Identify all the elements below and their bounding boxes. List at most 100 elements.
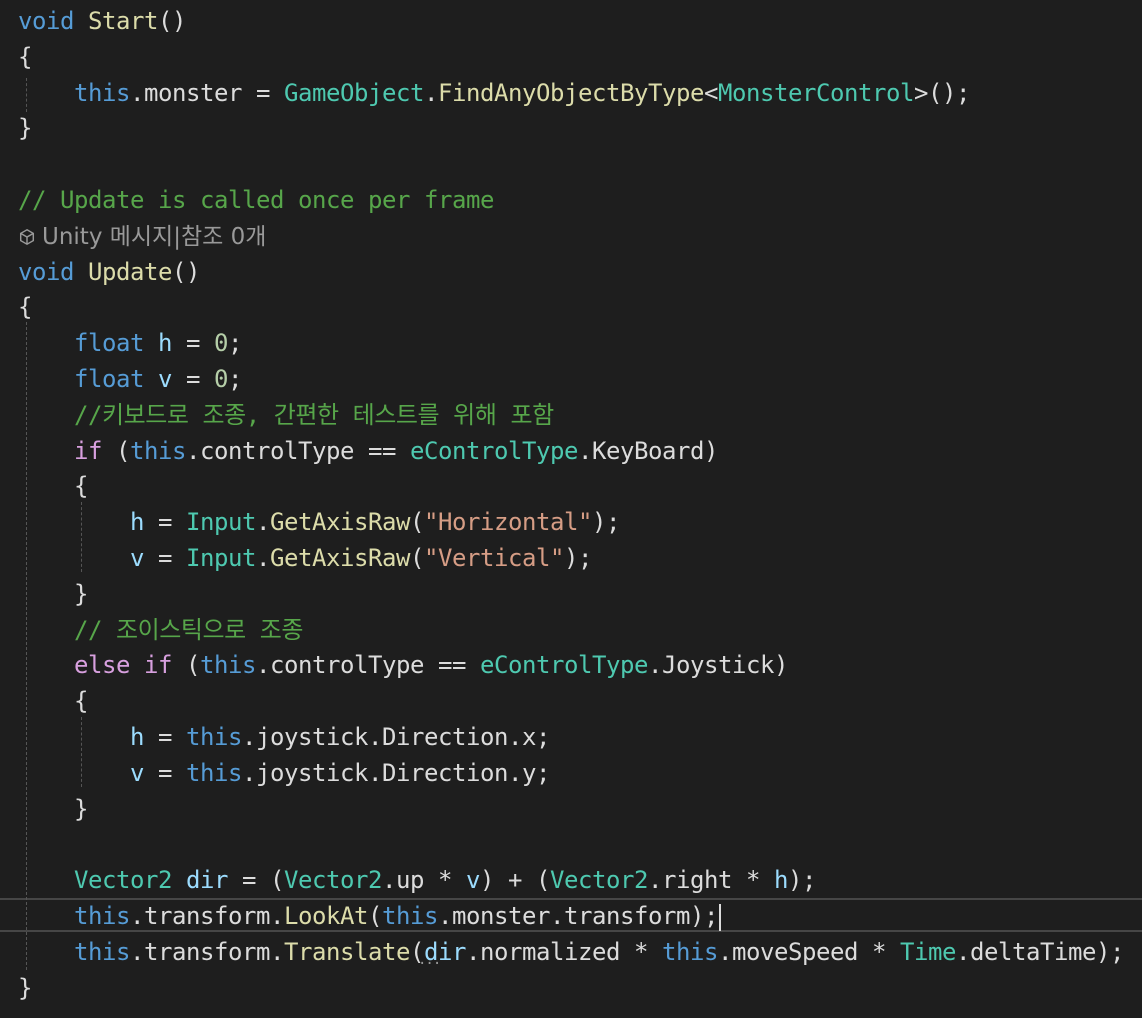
code-line-21[interactable]: h = this.joystick.Direction.x; — [18, 719, 550, 755]
code-line-18[interactable]: // 조이스틱으로 조종 — [18, 612, 303, 648]
code-line-15[interactable]: h = Input.GetAxisRaw("Horizontal"); — [18, 504, 620, 540]
token-default: ; — [228, 365, 242, 393]
token-default: .controlType == — [256, 651, 480, 680]
code-line-17[interactable]: } — [18, 576, 88, 612]
code-line-26[interactable]: this.transform.LookAt(this.monster.trans… — [18, 898, 721, 934]
token-keyword: this — [382, 902, 438, 930]
token-default: = — [144, 544, 186, 572]
token-method: Translate — [284, 937, 410, 966]
code-line-8[interactable]: void Update() — [18, 254, 200, 290]
code-line-28[interactable]: } — [18, 970, 32, 1006]
code-editor[interactable]: void Start() { this.monster = GameObject.… — [0, 0, 1142, 1018]
token-control_keyword: if — [74, 436, 102, 465]
token-default: .deltaTime); — [956, 937, 1124, 966]
code-line-10[interactable]: float h = 0; — [18, 325, 242, 361]
token-default: >(); — [914, 78, 970, 107]
token-local: v — [130, 544, 144, 572]
token-default — [18, 329, 74, 357]
token-default: .right * — [648, 866, 774, 895]
token-default — [130, 651, 144, 679]
token-method: GetAxisRaw — [270, 544, 410, 572]
token-type: Input — [186, 544, 256, 572]
token-keyword: this — [74, 902, 130, 930]
token-default: } — [18, 579, 88, 608]
token-default: .transform. — [130, 902, 284, 930]
token-default: ( — [410, 544, 424, 572]
token-number: 0 — [214, 329, 228, 358]
token-default — [144, 365, 158, 393]
token-default: } — [18, 114, 32, 143]
code-line-14[interactable]: { — [18, 468, 88, 504]
codelens-text[interactable]: Unity 메시지|참조 0개 — [42, 224, 266, 250]
token-string: "Vertical" — [424, 544, 564, 572]
code-line-6[interactable]: // Update is called once per frame — [18, 182, 494, 218]
token-default: = — [144, 723, 186, 751]
token-type: Vector2 — [550, 866, 648, 895]
code-line-20[interactable]: { — [18, 683, 88, 719]
token-string: "Horizontal" — [424, 508, 592, 537]
code-line-16[interactable]: v = Input.GetAxisRaw("Vertical"); — [18, 540, 592, 576]
code-line-23[interactable]: } — [18, 791, 88, 827]
token-type: GameObject — [284, 78, 424, 107]
token-default — [172, 866, 186, 894]
token-method: Start — [88, 7, 158, 35]
unity-cube-icon — [19, 228, 35, 245]
token-default — [18, 508, 130, 536]
code-line-3[interactable]: this.monster = GameObject.FindAnyObjectB… — [18, 75, 970, 111]
code-line-11[interactable]: float v = 0; — [18, 361, 242, 397]
code-line-9[interactable]: { — [18, 289, 32, 325]
token-default — [18, 651, 74, 679]
token-local: h — [774, 866, 788, 895]
token-method: LookAt — [284, 902, 368, 930]
token-comment: // 조이스틱으로 조종 — [74, 615, 304, 644]
suggestion-dots: ··· — [418, 956, 441, 972]
token-default — [18, 938, 74, 966]
token-keyword: float — [74, 329, 144, 358]
token-default: .transform. — [130, 937, 284, 966]
token-default: ( — [368, 902, 382, 930]
token-default: ; — [228, 329, 242, 358]
token-comment: //키보드로 조종, 간편한 테스트를 위해 포함 — [74, 400, 554, 429]
token-default: .moveSpeed * — [718, 937, 900, 966]
token-keyword: void — [18, 7, 74, 35]
token-default: = — [172, 365, 214, 393]
token-default: . — [256, 508, 270, 537]
token-keyword: this — [74, 937, 130, 966]
token-default: ); — [564, 544, 592, 572]
code-line-27[interactable]: this.transform.Translate(dir.normalized … — [18, 934, 1124, 970]
token-local: h — [130, 508, 144, 537]
token-default: .monster.transform); — [438, 902, 718, 930]
code-line-1[interactable]: void Start() — [18, 3, 186, 39]
code-line-22[interactable]: v = this.joystick.Direction.y; — [18, 755, 550, 791]
token-default: = — [172, 329, 214, 358]
token-default: = — [144, 508, 186, 537]
token-default: ( — [410, 508, 424, 537]
token-type: Vector2 — [284, 866, 382, 895]
code-line-19[interactable]: else if (this.controlType == eControlTyp… — [18, 647, 788, 683]
code-line-2[interactable]: { — [18, 39, 32, 75]
token-default: .controlType == — [186, 436, 410, 465]
code-line-13[interactable]: if (this.controlType == eControlType.Key… — [18, 433, 718, 469]
code-line-12[interactable]: //키보드로 조종, 간편한 테스트를 위해 포함 — [18, 397, 554, 433]
token-default: .Joystick) — [648, 651, 788, 680]
token-control_keyword: else — [74, 651, 130, 680]
token-default: < — [704, 78, 718, 107]
code-line-25[interactable]: Vector2 dir = (Vector2.up * v) + (Vector… — [18, 862, 816, 898]
token-default: } — [18, 973, 32, 1002]
token-default — [18, 902, 74, 930]
token-default — [18, 759, 130, 787]
token-default: .joystick.Direction.y; — [242, 758, 550, 787]
token-type: MonsterControl — [718, 78, 914, 107]
token-type: Input — [186, 508, 256, 537]
token-default: = ( — [228, 866, 284, 895]
token-default: { — [18, 42, 32, 71]
token-default — [18, 437, 74, 465]
code-line-4[interactable]: } — [18, 110, 32, 146]
token-method: Update — [88, 257, 172, 286]
code-line-7[interactable]: Unity 메시지|참조 0개 — [18, 218, 266, 254]
token-default: . — [256, 544, 270, 572]
token-local: h — [130, 723, 144, 751]
token-local: v — [130, 758, 144, 787]
token-default: .joystick.Direction.x; — [242, 723, 550, 751]
token-default: } — [18, 794, 88, 823]
